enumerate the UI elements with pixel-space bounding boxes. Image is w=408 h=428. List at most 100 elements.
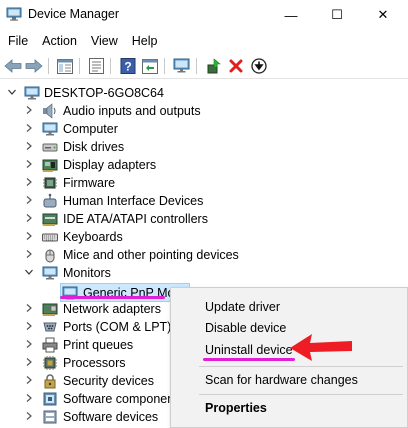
expand-chevron-icon[interactable] — [24, 321, 34, 331]
toolbar-separator — [79, 58, 80, 74]
red-x-icon — [229, 59, 243, 73]
update-driver-button[interactable] — [204, 56, 224, 76]
collapse-chevron-icon[interactable] — [7, 87, 17, 97]
expand-chevron-icon[interactable] — [24, 411, 34, 421]
tree-item-human-interface-devices[interactable]: Human Interface Devices — [0, 192, 408, 210]
expand-chevron-icon[interactable] — [24, 123, 34, 133]
forward-button[interactable] — [24, 56, 44, 76]
show-hide-console-tree-button[interactable] — [55, 56, 75, 76]
expand-chevron-icon[interactable] — [24, 375, 34, 385]
menu-scan-hardware[interactable]: Scan for hardware changes — [205, 373, 358, 387]
menu-uninstall-device[interactable]: Uninstall device — [205, 343, 293, 357]
action-pane-icon — [142, 58, 158, 74]
expand-chevron-icon[interactable] — [24, 213, 34, 223]
menu-separator — [199, 394, 403, 395]
menu-view[interactable]: View — [84, 30, 125, 52]
menu-separator — [199, 366, 403, 367]
menu-action[interactable]: Action — [35, 30, 84, 52]
uninstall-device-toolbar-button[interactable] — [226, 56, 246, 76]
expand-chevron-icon[interactable] — [24, 393, 34, 403]
expand-chevron-icon[interactable] — [24, 303, 34, 313]
printer-icon — [42, 337, 58, 353]
close-button[interactable]: ✕ — [360, 0, 406, 30]
expand-chevron-icon[interactable] — [24, 159, 34, 169]
svg-text:?: ? — [124, 60, 131, 74]
tree-item-computer[interactable]: Computer — [0, 120, 408, 138]
properties-sheet-icon — [88, 58, 104, 74]
help-toolbar-button[interactable]: ? — [118, 56, 138, 76]
tree-item-label: Ports (COM & LPT) — [63, 320, 172, 334]
tree-item-keyboards[interactable]: Keyboards — [0, 228, 408, 246]
tree-item-label: Human Interface Devices — [63, 194, 204, 208]
keyboard-icon — [42, 233, 58, 242]
scan-hardware-button[interactable] — [172, 56, 192, 76]
processor-icon — [43, 356, 57, 370]
tree-item-label: Processors — [63, 356, 126, 370]
tree-item-monitors[interactable]: Monitors — [0, 264, 408, 282]
tree-item-ide-ata-atapi-controllers[interactable]: IDE ATA/ATAPI controllers — [0, 210, 408, 228]
tree-item-label: Security devices — [63, 374, 155, 388]
expand-chevron-icon[interactable] — [24, 249, 34, 259]
tree-item-mice-and-other-pointing-devices[interactable]: Mice and other pointing devices — [0, 246, 408, 264]
title-bar: Device Manager — ☐ ✕ — [0, 0, 408, 30]
red-arrow-icon — [290, 334, 352, 361]
collapse-chevron-icon[interactable] — [24, 267, 34, 277]
menu-update-driver[interactable]: Update driver — [205, 300, 280, 314]
expand-chevron-icon[interactable] — [24, 105, 34, 115]
back-button[interactable] — [3, 56, 23, 76]
mouse-icon — [45, 249, 55, 263]
toolbar: ? — [0, 53, 408, 79]
expand-chevron-icon[interactable] — [24, 231, 34, 241]
expand-chevron-icon[interactable] — [24, 141, 34, 151]
tree-item-audio-inputs-and-outputs[interactable]: Audio inputs and outputs — [0, 102, 408, 120]
expand-chevron-icon[interactable] — [24, 339, 34, 349]
tree-item-label: Software componen — [63, 392, 175, 406]
tree-item-disk-drives[interactable]: Disk drives — [0, 138, 408, 156]
menu-properties[interactable]: Properties — [205, 401, 267, 415]
update-driver-icon — [207, 58, 221, 74]
tree-item-label: Disk drives — [63, 140, 125, 154]
toolbar-separator — [48, 58, 49, 74]
tree-item-label: Print queues — [63, 338, 134, 352]
uninstall-underline — [203, 358, 295, 361]
toolbar-separator — [164, 58, 165, 74]
port-icon — [43, 322, 57, 332]
minimize-button[interactable]: — — [268, 0, 314, 30]
tree-item-label: Computer — [63, 122, 118, 136]
tree-item-label: IDE ATA/ATAPI controllers — [63, 212, 208, 226]
enable-device-toolbar-button[interactable] — [249, 56, 269, 76]
back-arrow-icon — [4, 59, 22, 73]
window-title: Device Manager — [28, 7, 120, 21]
network-adapter-icon — [42, 303, 58, 316]
expand-chevron-icon[interactable] — [24, 195, 34, 205]
tree-item-display-adapters[interactable]: Display adapters — [0, 156, 408, 174]
menu-help[interactable]: Help — [125, 30, 165, 52]
tree-item-firmware[interactable]: Firmware — [0, 174, 408, 192]
speaker-icon — [43, 103, 56, 119]
device-manager-icon — [6, 7, 22, 21]
action-pane-button[interactable] — [140, 56, 160, 76]
expand-chevron-icon[interactable] — [24, 357, 34, 367]
computer-icon — [24, 86, 40, 100]
security-device-icon — [44, 374, 56, 389]
maximize-button[interactable]: ☐ — [314, 0, 360, 30]
menu-bar: File Action View Help — [0, 30, 408, 52]
tree-root[interactable]: DESKTOP-6GO8C64 — [0, 84, 408, 102]
tree-root-label: DESKTOP-6GO8C64 — [44, 86, 164, 100]
ide-controller-icon — [42, 213, 58, 226]
disk-drive-icon — [42, 143, 58, 152]
tree-item-label: Software devices — [63, 410, 159, 424]
download-arrow-icon — [251, 58, 267, 74]
scan-monitor-icon — [173, 58, 190, 73]
hid-icon — [43, 193, 57, 208]
properties-toolbar-button[interactable] — [86, 56, 106, 76]
tree-item-label: Display adapters — [63, 158, 157, 172]
menu-file[interactable]: File — [0, 30, 35, 52]
tree-item-label: Monitors — [63, 266, 111, 280]
tree-item-label: Network adapters — [63, 302, 161, 316]
menu-disable-device[interactable]: Disable device — [205, 321, 286, 335]
software-component-icon — [43, 392, 57, 406]
toolbar-separator — [110, 58, 111, 74]
firmware-icon — [43, 177, 57, 189]
expand-chevron-icon[interactable] — [24, 177, 34, 187]
